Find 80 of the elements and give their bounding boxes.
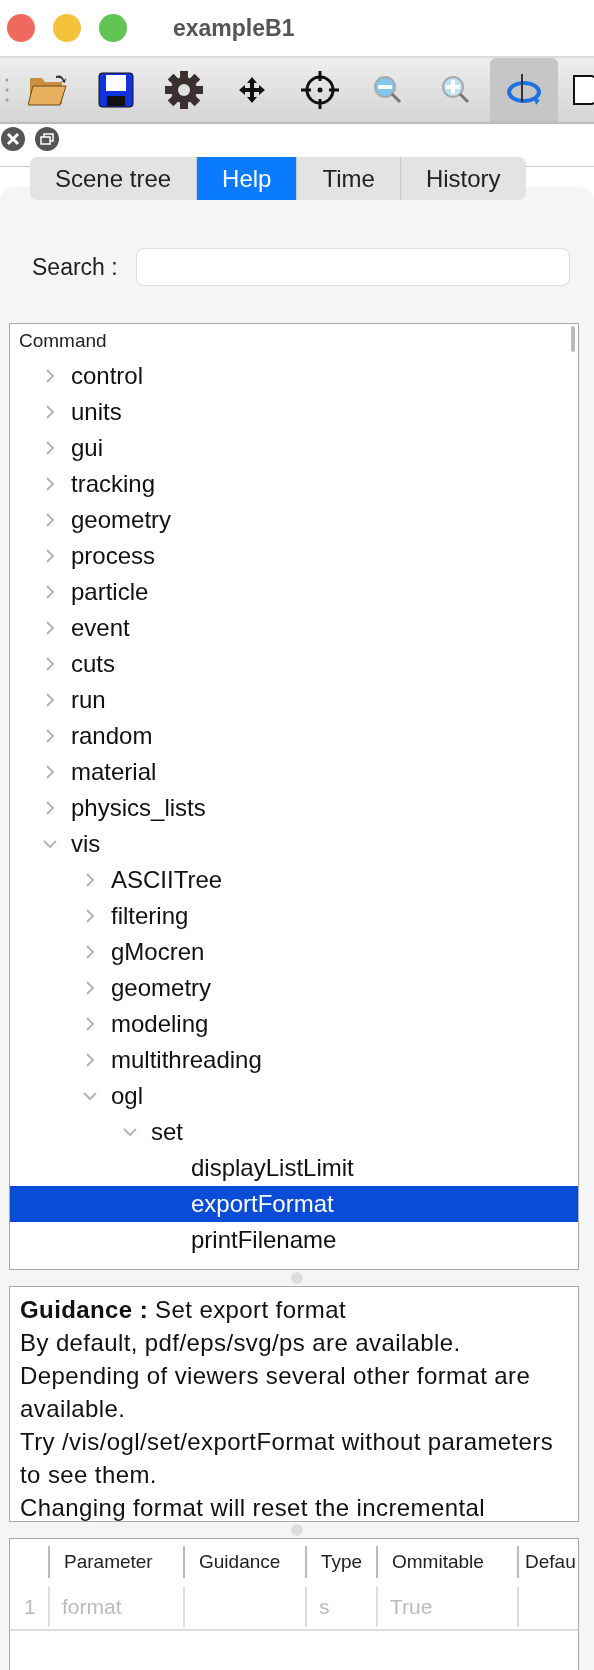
crosshair-icon <box>300 70 340 110</box>
window-title: exampleB1 <box>173 14 295 42</box>
tab[interactable]: Help <box>196 157 297 200</box>
guidance-text: By default, pdf/eps/svg/ps are available. <box>20 1328 462 1358</box>
row-number: 1 <box>23 1594 37 1620</box>
collapse-chevron-icon[interactable] <box>43 837 57 851</box>
zoom-in-icon <box>441 75 471 105</box>
tree-item[interactable]: run <box>10 682 578 718</box>
expand-chevron-icon[interactable] <box>43 441 57 455</box>
tree-item[interactable]: tracking <box>10 466 578 502</box>
tab[interactable]: Scene tree <box>30 157 197 200</box>
expand-chevron-icon[interactable] <box>43 477 57 491</box>
tree-item[interactable]: event <box>10 610 578 646</box>
tree-item[interactable]: exportFormat <box>10 1186 578 1222</box>
expand-chevron-icon[interactable] <box>83 1053 97 1067</box>
tree-item[interactable]: cuts <box>10 646 578 682</box>
move-arrows-icon <box>238 76 266 104</box>
tree-item[interactable]: random <box>10 718 578 754</box>
expand-chevron-icon[interactable] <box>43 621 57 635</box>
column-header[interactable]: Type <box>305 1546 376 1578</box>
tree-item[interactable]: gMocren <box>10 934 578 970</box>
collapse-chevron-icon[interactable] <box>123 1125 137 1139</box>
tree-item[interactable]: geometry <box>10 970 578 1006</box>
expand-chevron-icon[interactable] <box>43 405 57 419</box>
collapse-chevron-icon[interactable] <box>83 1089 97 1103</box>
expand-chevron-icon[interactable] <box>43 801 57 815</box>
expand-chevron-icon[interactable] <box>83 909 97 923</box>
expand-chevron-icon[interactable] <box>83 981 97 995</box>
search-field[interactable] <box>135 248 570 286</box>
expand-chevron-icon[interactable] <box>43 657 57 671</box>
tree-item[interactable]: displayListLimit <box>10 1150 578 1186</box>
tree-item[interactable]: material <box>10 754 578 790</box>
minimize-window-button[interactable] <box>53 14 81 42</box>
tree-item[interactable]: multithreading <box>10 1042 578 1078</box>
table-cell: True <box>376 1587 517 1627</box>
expand-chevron-icon[interactable] <box>43 693 57 707</box>
tree-item[interactable]: filtering <box>10 898 578 934</box>
zoom-out-icon <box>373 75 403 105</box>
tree-item[interactable]: gui <box>10 430 578 466</box>
tree-item[interactable]: set <box>10 1114 578 1150</box>
column-header[interactable]: Ommitable <box>376 1546 517 1578</box>
expand-chevron-icon[interactable] <box>83 945 97 959</box>
expand-chevron-icon[interactable] <box>43 765 57 779</box>
splitter-handle[interactable] <box>291 1272 303 1284</box>
search-label: Search : <box>32 253 118 281</box>
scrollbar-thumb[interactable] <box>571 326 575 352</box>
guidance-text: Try /vis/ogl/set/exportFormat without parameters to see them. <box>20 1427 555 1490</box>
expand-chevron-icon[interactable] <box>83 1017 97 1031</box>
guidance-text: Depending of viewers several other format are available. <box>20 1361 532 1424</box>
table-cell: format <box>48 1587 183 1627</box>
tree-item[interactable]: particle <box>10 574 578 610</box>
column-header[interactable]: Parameter <box>48 1546 183 1578</box>
tree-item[interactable]: physics_lists <box>10 790 578 826</box>
tree-item[interactable]: ASCIITree <box>10 862 578 898</box>
column-header[interactable]: Guidance <box>183 1546 305 1578</box>
column-header: Command <box>19 330 107 353</box>
gear-icon <box>164 70 204 110</box>
guidance-text: Guidance : Set export format <box>20 1295 347 1325</box>
tree-item[interactable]: vis <box>10 826 578 862</box>
expand-chevron-icon[interactable] <box>83 873 97 887</box>
expand-chevron-icon[interactable] <box>43 729 57 743</box>
splitter-handle[interactable] <box>291 1524 303 1536</box>
restore-window-icon[interactable] <box>34 126 60 152</box>
zoom-window-button[interactable] <box>99 14 127 42</box>
tree-item[interactable]: ogl <box>10 1078 578 1114</box>
guidance-text: Changing format will reset the incremental <box>20 1493 486 1521</box>
column-header[interactable]: Defau <box>517 1546 578 1578</box>
tree-item[interactable]: control <box>10 358 578 394</box>
tree-item[interactable]: geometry <box>10 502 578 538</box>
expand-chevron-icon[interactable] <box>43 369 57 383</box>
expand-chevron-icon[interactable] <box>43 585 57 599</box>
expand-chevron-icon[interactable] <box>43 513 57 527</box>
expand-chevron-icon[interactable] <box>43 549 57 563</box>
tree-item[interactable]: printFilename <box>10 1222 578 1258</box>
close-window-button[interactable] <box>7 14 35 42</box>
close-icon[interactable] <box>0 126 26 152</box>
table-cell: s <box>305 1587 376 1627</box>
tree-item[interactable]: process <box>10 538 578 574</box>
tree-item[interactable]: units <box>10 394 578 430</box>
tree-item[interactable]: modeling <box>10 1006 578 1042</box>
